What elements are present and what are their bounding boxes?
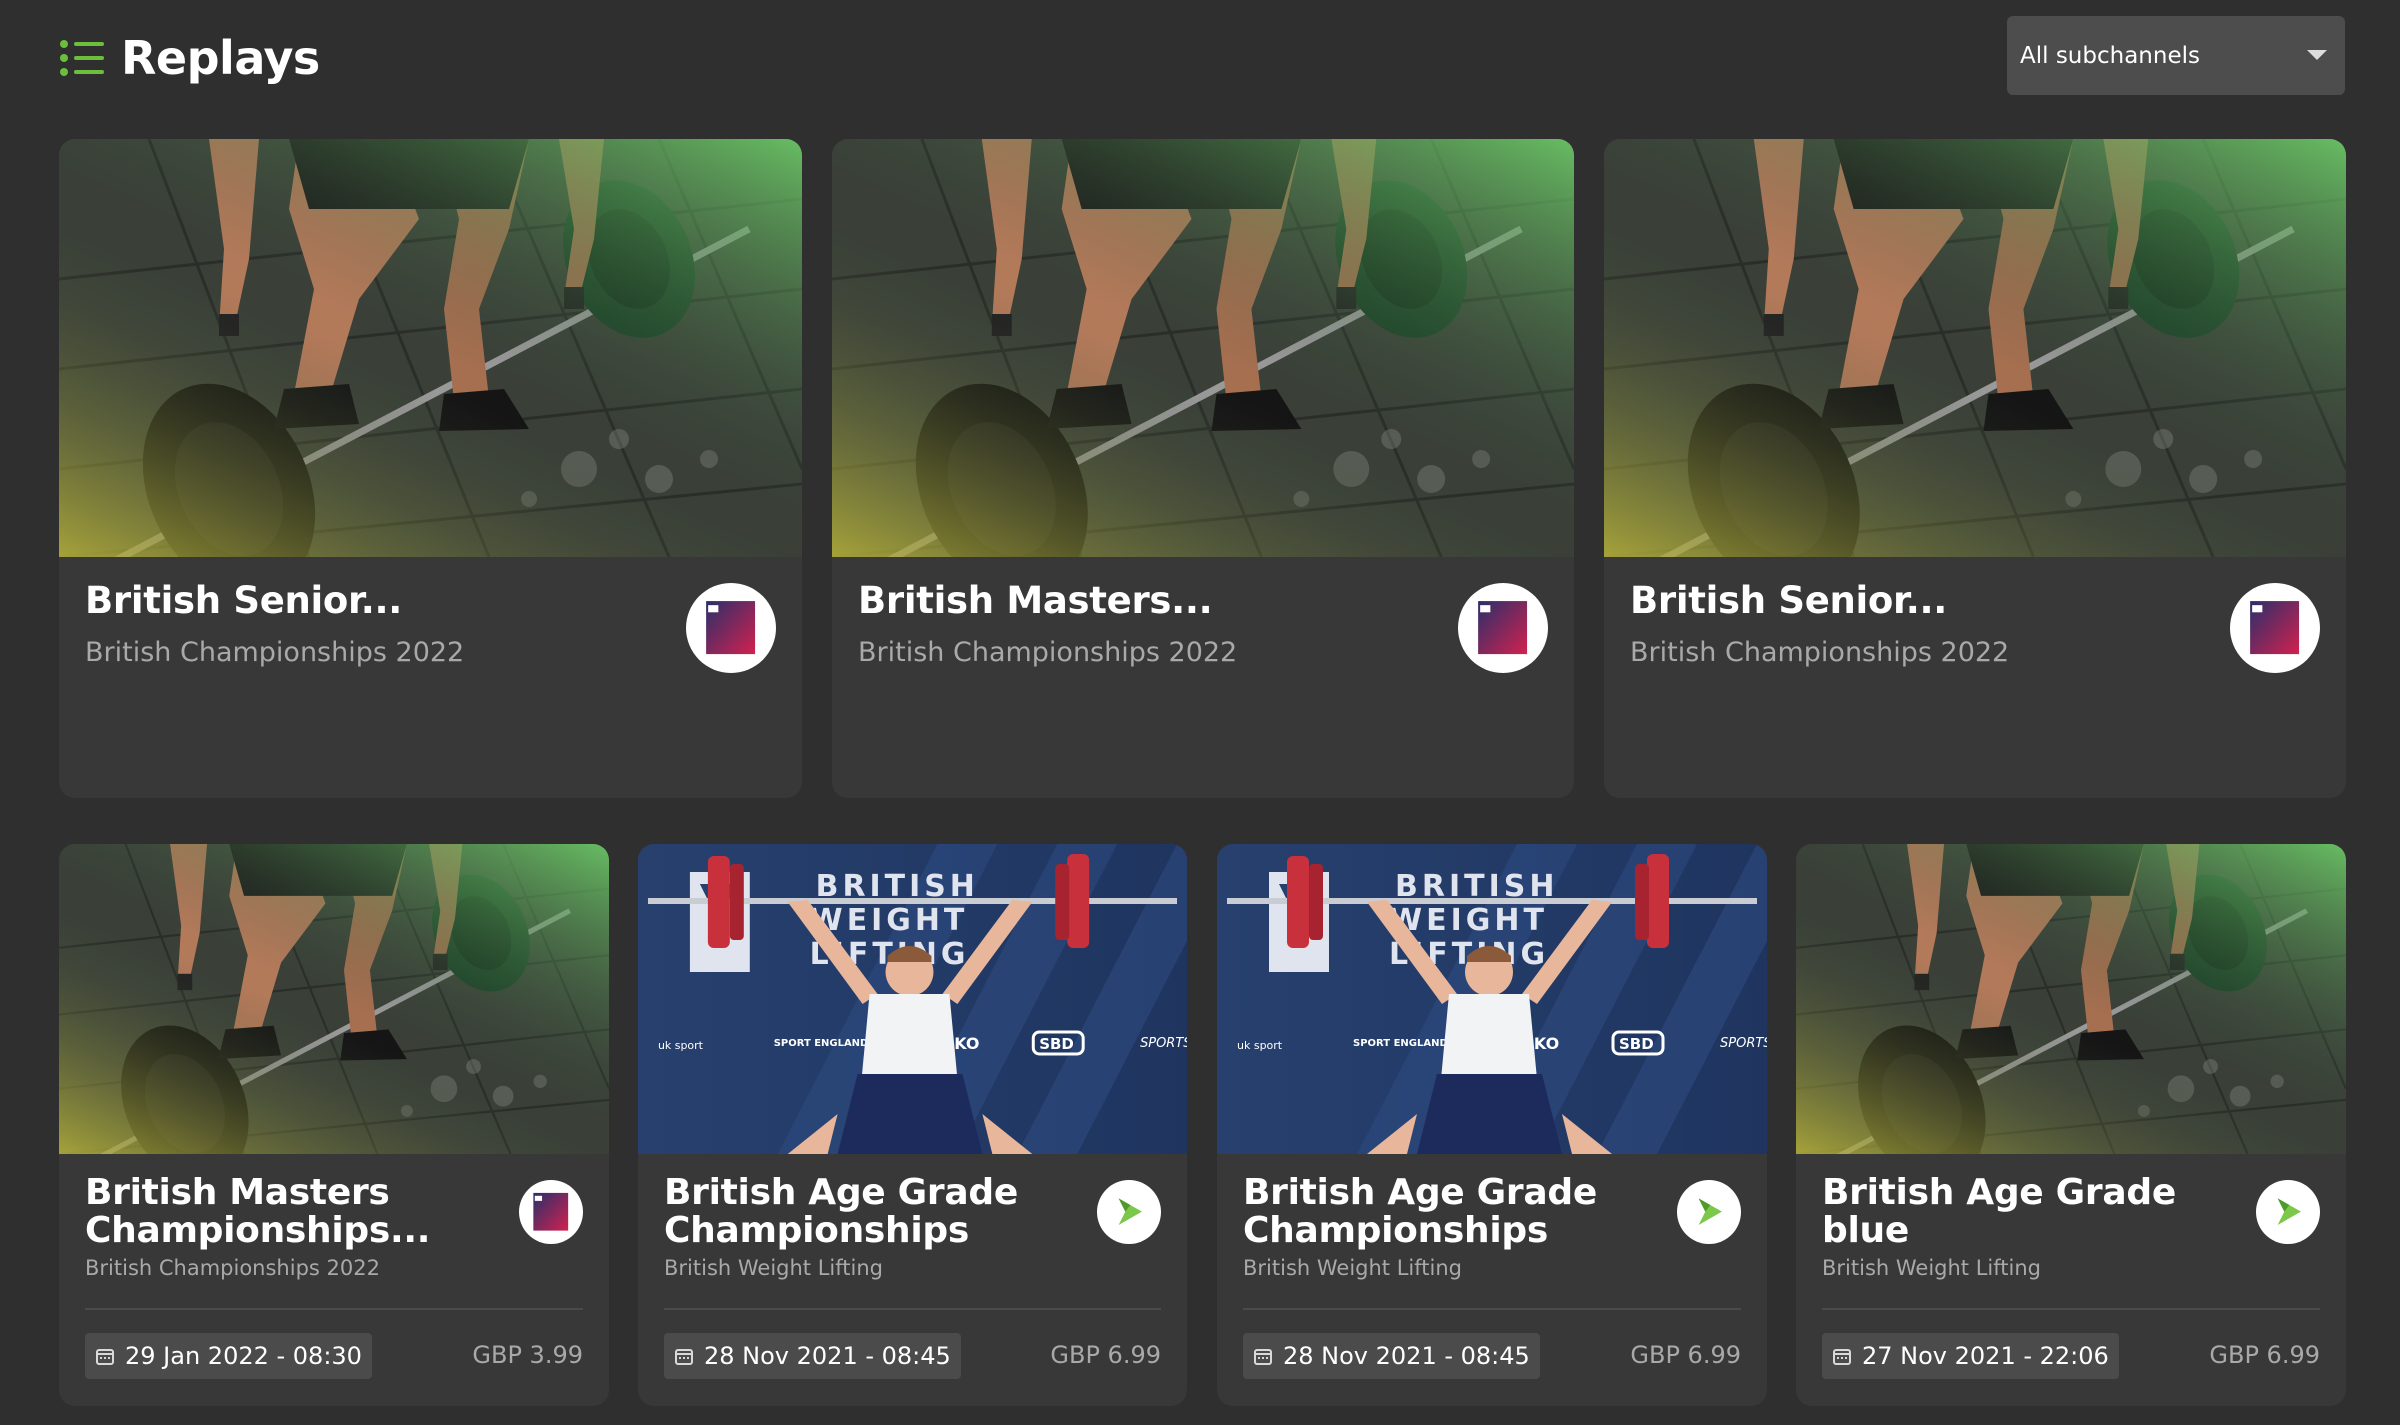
replay-price: GBP 6.99 [1050, 1341, 1161, 1369]
replay-subtitle: British Weight Lifting [1822, 1256, 2041, 1280]
replay-thumbnail[interactable] [1796, 844, 2346, 1154]
card-divider [1243, 1308, 1741, 1310]
date-badge: 27 Nov 2021 - 22:06 [1822, 1333, 2119, 1379]
calendar-icon [1833, 1349, 1851, 1365]
date-badge: 29 Jan 2022 - 08:30 [85, 1333, 372, 1379]
snatch-lifter-thumbnail: BRITISH WEIGHT LIFTING uk sport SPORT EN… [638, 844, 1187, 1154]
replay-title[interactable]: British Masters Championships... [85, 1174, 430, 1250]
calendar-icon [675, 1349, 693, 1365]
championship-logo-icon [533, 1193, 569, 1231]
replay-date: 27 Nov 2021 - 22:06 [1862, 1342, 2109, 1370]
replay-subtitle: British Championships 2022 [85, 1256, 380, 1280]
replay-title[interactable]: British Senior... [1630, 579, 1947, 622]
deadlift-thumbnail [1796, 844, 2346, 1154]
replay-title[interactable]: British Masters... [858, 579, 1213, 622]
sponsor-2: SPORT ENGLAND [1353, 1038, 1448, 1049]
replay-thumbnail[interactable]: BRITISH WEIGHT LIFTING uk sport SPORT EN… [1217, 844, 1767, 1154]
replay-date: 28 Nov 2021 - 08:45 [1283, 1342, 1530, 1370]
subchannel-dropdown[interactable]: All subchannels [2007, 16, 2345, 95]
calendar-icon [1254, 1349, 1272, 1365]
sponsor-1: uk sport [658, 1039, 704, 1052]
replay-title[interactable]: British Age Grade Championships [1243, 1174, 1597, 1250]
banner-line2: WEIGHT [810, 903, 969, 938]
date-badge: 28 Nov 2021 - 08:45 [1243, 1333, 1540, 1379]
sponsor-2: SPORT ENGLAND [774, 1038, 869, 1049]
channel-avatar [1458, 583, 1548, 673]
sponsor-4: SBD [1039, 1035, 1074, 1053]
replay-subtitle: British Weight Lifting [664, 1256, 883, 1280]
card-divider [1822, 1308, 2320, 1310]
replay-thumbnail[interactable] [832, 139, 1574, 557]
replay-title[interactable]: British Senior... [85, 579, 402, 622]
list-icon [60, 40, 104, 76]
replay-subtitle: British Championships 2022 [85, 637, 465, 668]
date-badge: 28 Nov 2021 - 08:45 [664, 1333, 961, 1379]
replay-price: GBP 3.99 [472, 1341, 583, 1369]
replay-subtitle: British Weight Lifting [1243, 1256, 1462, 1280]
replay-thumbnail[interactable] [59, 844, 609, 1154]
deadlift-thumbnail [59, 844, 609, 1154]
calendar-icon [96, 1349, 114, 1365]
replay-card[interactable]: British Senior... British Championships … [59, 139, 802, 798]
page-header: Replays All subchannels [59, 16, 2345, 98]
replay-thumbnail[interactable] [59, 139, 802, 557]
replay-card[interactable]: British Senior... British Championships … [1604, 139, 2346, 798]
replay-subtitle: British Championships 2022 [858, 637, 1238, 668]
channel-avatar [2256, 1180, 2320, 1244]
replay-card[interactable]: BRITISH WEIGHT LIFTING uk sport SPORT EN… [1217, 844, 1767, 1406]
championship-logo-icon [706, 601, 756, 655]
replay-subtitle: British Championships 2022 [1630, 637, 2010, 668]
replay-price: GBP 6.99 [1630, 1341, 1741, 1369]
replay-thumbnail[interactable] [1604, 139, 2346, 557]
channel-avatar [2230, 583, 2320, 673]
subchannel-dropdown-value: All subchannels [2020, 42, 2200, 69]
sponsor-4: SBD [1619, 1035, 1654, 1053]
card-divider [85, 1308, 583, 1310]
sponsor-5: SPORTS [1140, 1036, 1187, 1051]
replay-title[interactable]: British Age Grade Championships [664, 1174, 1018, 1250]
replay-price: GBP 6.99 [2209, 1341, 2320, 1369]
play-arrow-icon [1119, 1198, 1143, 1226]
deadlift-thumbnail [1604, 139, 2346, 557]
banner-line2: WEIGHT [1389, 903, 1548, 938]
channel-avatar [1097, 1180, 1161, 1244]
replay-date: 29 Jan 2022 - 08:30 [125, 1342, 362, 1370]
replay-title[interactable]: British Age Grade blue [1822, 1174, 2176, 1250]
card-divider [664, 1308, 1161, 1310]
replay-card[interactable]: British Masters... British Championships… [832, 139, 1574, 798]
sponsor-5: SPORTS [1720, 1036, 1767, 1051]
play-arrow-icon [1699, 1198, 1723, 1226]
replay-card[interactable]: BRITISH WEIGHT LIFTING uk sport SPORT EN… [638, 844, 1187, 1406]
replay-card[interactable]: British Age Grade blue British Weight Li… [1796, 844, 2346, 1406]
snatch-lifter-thumbnail: BRITISH WEIGHT LIFTING uk sport SPORT EN… [1217, 844, 1767, 1154]
replay-thumbnail[interactable]: BRITISH WEIGHT LIFTING uk sport SPORT EN… [638, 844, 1187, 1154]
title-group: Replays [59, 30, 320, 86]
chevron-down-icon [2307, 50, 2327, 60]
deadlift-thumbnail [832, 139, 1574, 557]
sponsor-1: uk sport [1237, 1039, 1283, 1052]
page-title: Replays [121, 31, 320, 85]
replay-date: 28 Nov 2021 - 08:45 [704, 1342, 951, 1370]
channel-avatar [1677, 1180, 1741, 1244]
deadlift-thumbnail [59, 139, 802, 557]
replay-card[interactable]: British Masters Championships... British… [59, 844, 609, 1406]
channel-avatar [519, 1180, 583, 1244]
championship-logo-icon [1478, 601, 1528, 655]
channel-avatar [686, 583, 776, 673]
play-arrow-icon [2278, 1198, 2302, 1226]
championship-logo-icon [2250, 601, 2300, 655]
